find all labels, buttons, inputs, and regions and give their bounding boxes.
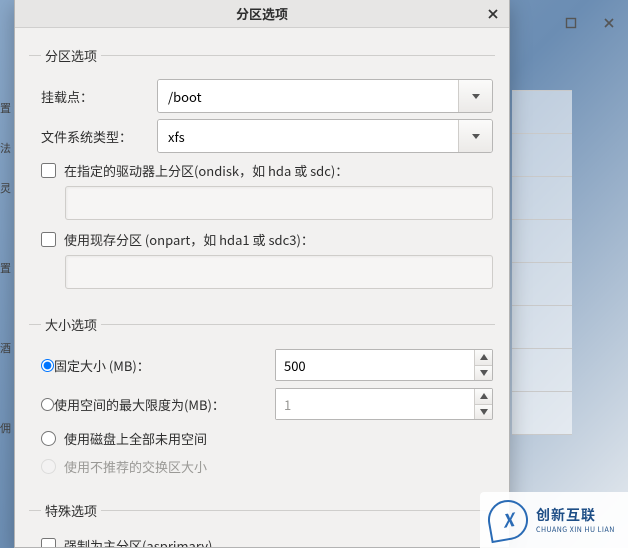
swap-size-label: 使用不推荐的交换区大小 [64, 457, 207, 476]
mount-point-input[interactable] [158, 80, 458, 112]
max-size-spin-up[interactable] [475, 389, 492, 405]
onpart-label: 使用现存分区 (onpart，如 hda1 或 sdc3)： [64, 230, 314, 249]
max-size-spin-down[interactable] [475, 405, 492, 420]
max-size-input[interactable] [276, 389, 474, 419]
asprimary-label: 强制为主分区(asprimary) [64, 536, 212, 547]
mount-point-dropdown-button[interactable] [458, 80, 492, 112]
fill-disk-label: 使用磁盘上全部未用空间 [64, 429, 207, 448]
special-options-legend: 特殊选项 [41, 501, 101, 520]
left-window-text-sliver: 置法灵置酒佣 [0, 100, 14, 460]
watermark-text-en: CHUANG XIN HU LIAN [536, 525, 615, 535]
watermark-text-cn: 创新互联 [536, 505, 615, 525]
onpart-input[interactable] [65, 255, 493, 289]
partition-options-group: 分区选项 挂载点： 文件系统类型： [29, 46, 495, 311]
mount-point-label: 挂载点： [41, 87, 157, 106]
watermark: X 创新互联 CHUANG XIN HU LIAN [480, 492, 628, 548]
size-options-legend: 大小选项 [41, 315, 101, 334]
swap-size-radio [41, 459, 56, 474]
fs-type-input[interactable] [158, 120, 458, 152]
dialog-title: 分区选项 [236, 4, 288, 23]
fixed-size-radio[interactable] [41, 359, 54, 372]
background-table [512, 90, 572, 435]
ondisk-label: 在指定的驱动器上分区(ondisk，如 hda 或 sdc)： [64, 161, 348, 180]
special-options-group: 特殊选项 强制为主分区(asprimary) [29, 501, 495, 547]
fixed-size-input[interactable] [276, 350, 474, 380]
fs-type-combo[interactable] [157, 119, 493, 153]
watermark-logo-icon: X [485, 497, 531, 543]
fill-disk-radio[interactable] [41, 431, 56, 446]
mount-point-combo[interactable] [157, 79, 493, 113]
fixed-size-label: 固定大小 (MB)： [54, 356, 150, 375]
max-size-radio[interactable] [41, 398, 54, 411]
background-window-controls [508, 12, 628, 34]
fs-type-dropdown-button[interactable] [458, 120, 492, 152]
onpart-checkbox[interactable] [41, 232, 56, 247]
ondisk-checkbox[interactable] [41, 163, 56, 178]
asprimary-checkbox[interactable] [41, 538, 56, 547]
max-size-spinbox[interactable] [275, 388, 493, 420]
dialog-titlebar: 分区选项 [15, 0, 509, 28]
fs-type-label: 文件系统类型： [41, 127, 157, 146]
ondisk-input[interactable] [65, 186, 493, 220]
fixed-size-spin-up[interactable] [475, 350, 492, 366]
bg-close-button[interactable] [590, 12, 628, 34]
fixed-size-spin-down[interactable] [475, 366, 492, 381]
fixed-size-spinbox[interactable] [275, 349, 493, 381]
bg-maximize-button[interactable] [552, 12, 590, 34]
max-size-label: 使用空间的最大限度为(MB)： [54, 395, 225, 414]
partition-options-dialog: 分区选项 分区选项 挂载点： 文件系统类型： [14, 0, 510, 548]
size-options-group: 大小选项 固定大小 (MB)： 使用空间的最大限度为(MB)： [29, 315, 495, 497]
partition-options-legend: 分区选项 [41, 46, 101, 65]
dialog-close-button[interactable] [481, 2, 505, 26]
